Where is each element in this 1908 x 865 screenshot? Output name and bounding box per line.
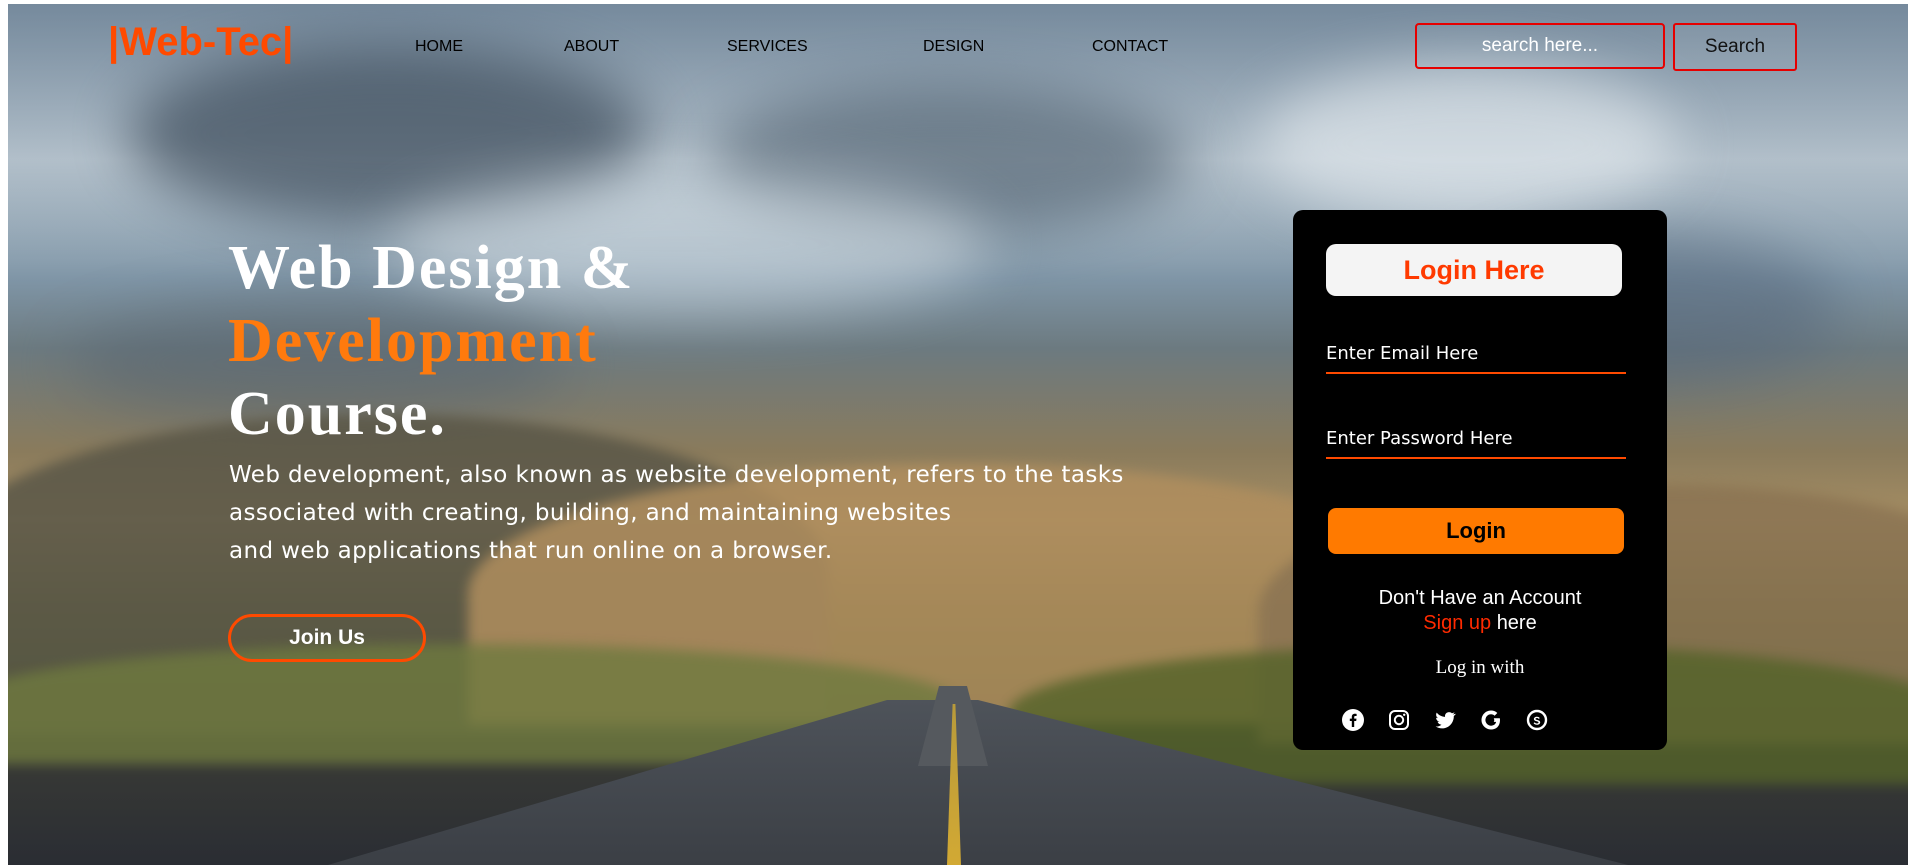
no-account-text: Don't Have an Account bbox=[1378, 587, 1582, 609]
headline-line-1: Web Design & bbox=[228, 234, 635, 302]
signup-suffix: here bbox=[1496, 612, 1537, 634]
search-button[interactable]: Search bbox=[1673, 23, 1797, 71]
skype-icon[interactable] bbox=[1523, 706, 1551, 734]
nav-services[interactable]: SERVICES bbox=[727, 38, 808, 56]
google-icon[interactable] bbox=[1477, 706, 1505, 734]
description-line-1: Web development, also known as website d… bbox=[229, 462, 1124, 488]
description-line-3: and web applications that run online on … bbox=[229, 538, 833, 564]
site-logo[interactable]: |Web-Tec| bbox=[108, 20, 293, 65]
signup-link[interactable]: Sign up bbox=[1423, 612, 1491, 634]
password-field[interactable] bbox=[1326, 419, 1626, 459]
join-us-button[interactable]: Join Us bbox=[228, 614, 426, 662]
twitter-icon[interactable] bbox=[1431, 706, 1459, 734]
login-card: Login Here Login Don't Have an Account S… bbox=[1293, 210, 1667, 750]
login-button[interactable]: Login bbox=[1328, 508, 1624, 554]
hero-description: Web development, also known as website d… bbox=[229, 456, 1209, 570]
instagram-icon[interactable] bbox=[1385, 706, 1413, 734]
headline-line-2: Development bbox=[228, 307, 598, 375]
hero-headline: Web Design & Development Course. bbox=[228, 232, 634, 451]
login-title: Login Here bbox=[1326, 244, 1622, 296]
nav-design[interactable]: DESIGN bbox=[923, 38, 984, 56]
login-with-label: Log in with bbox=[1435, 657, 1525, 678]
headline-line-3: Course. bbox=[228, 380, 447, 448]
facebook-icon[interactable] bbox=[1339, 706, 1367, 734]
nav-home[interactable]: HOME bbox=[415, 38, 463, 56]
email-field[interactable] bbox=[1326, 334, 1626, 374]
nav-about[interactable]: ABOUT bbox=[564, 38, 619, 56]
description-line-2: associated with creating, building, and … bbox=[229, 500, 952, 526]
social-login-row bbox=[1339, 706, 1551, 734]
nav-contact[interactable]: CONTACT bbox=[1092, 38, 1168, 56]
search-input[interactable] bbox=[1415, 23, 1665, 69]
signup-prompt: Don't Have an Account Sign up here bbox=[1293, 586, 1667, 636]
